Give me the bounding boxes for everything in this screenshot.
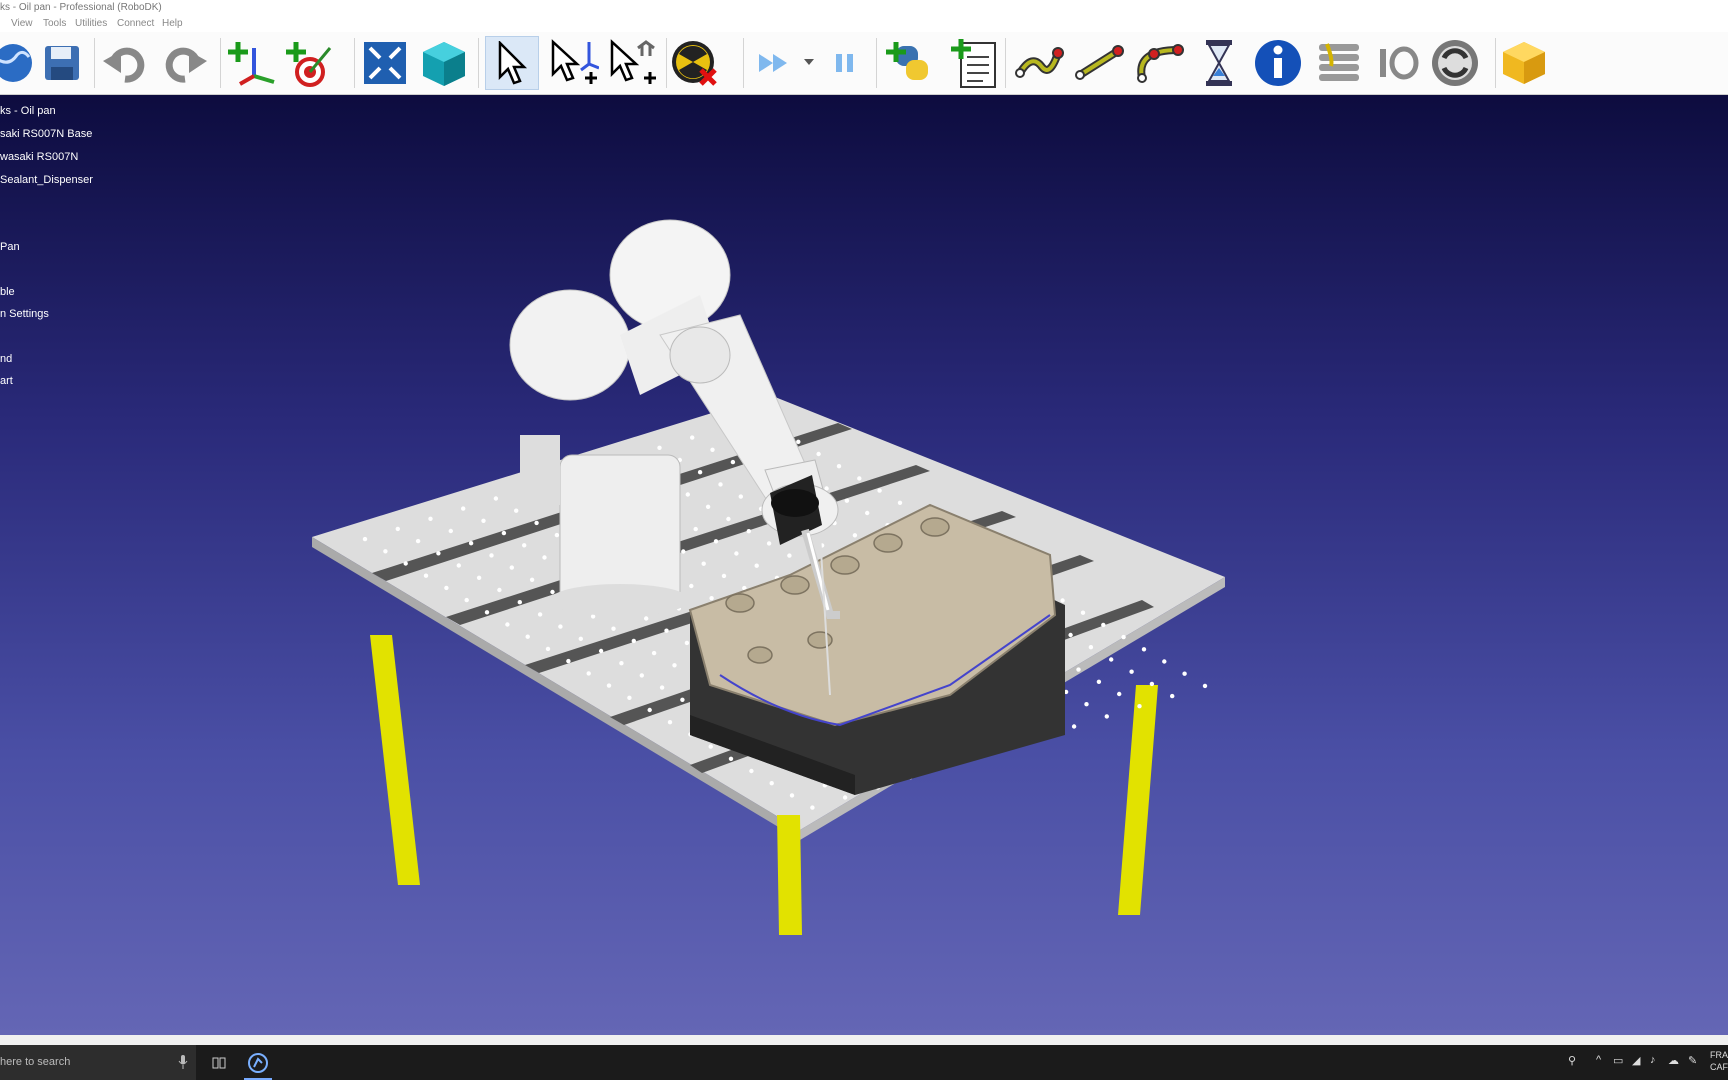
- check-collisions-button[interactable]: [670, 36, 724, 90]
- tree-item-station[interactable]: ks - Oil pan: [0, 105, 56, 117]
- robodk-app-icon: [248, 1053, 268, 1073]
- network-icon[interactable]: ◢: [1632, 1054, 1640, 1067]
- save-button[interactable]: [35, 36, 89, 90]
- pause-button[interactable]: [818, 36, 872, 90]
- add-program-button[interactable]: [949, 36, 1003, 90]
- tree-item-tool[interactable]: Sealant_Dispenser: [0, 174, 93, 186]
- tree-item-robot-base[interactable]: saki RS007N Base: [0, 128, 92, 140]
- add-target-button[interactable]: [284, 36, 338, 90]
- taskbar-search-box[interactable]: here to search: [0, 1045, 196, 1080]
- refresh-button[interactable]: [1428, 36, 1482, 90]
- info-icon: [1253, 38, 1303, 88]
- linear-move-icon: [1072, 43, 1126, 83]
- add-frame-icon: [228, 38, 278, 88]
- pause-instruction-button[interactable]: [1192, 36, 1246, 90]
- redo-button[interactable]: [158, 36, 212, 90]
- io-instruction-button[interactable]: [1370, 36, 1424, 90]
- instruction-list-icon: [1313, 40, 1363, 86]
- cloud-icon[interactable]: ☁: [1668, 1054, 1679, 1067]
- undo-icon: [101, 39, 149, 87]
- set-instructions-button[interactable]: [1311, 36, 1365, 90]
- tree-item-art[interactable]: art: [0, 375, 13, 387]
- menu-view[interactable]: View: [11, 18, 33, 29]
- tree-item-settings[interactable]: n Settings: [0, 308, 49, 320]
- cursor-icon: [492, 41, 532, 85]
- move-circular-button[interactable]: [1132, 36, 1186, 90]
- tree-item-robot[interactable]: wasaki RS007N: [0, 151, 78, 163]
- fit-all-icon: [362, 40, 408, 86]
- move-reference-button[interactable]: [547, 36, 601, 90]
- globe-icon: [0, 41, 35, 85]
- table-leg-front: [777, 815, 802, 935]
- people-icon[interactable]: ⚲: [1568, 1054, 1576, 1067]
- menu-utilities[interactable]: Utilities: [75, 18, 107, 29]
- microphone-icon[interactable]: [178, 1055, 188, 1069]
- view-iso-button[interactable]: [417, 36, 471, 90]
- tree-item-nd[interactable]: nd: [0, 353, 12, 365]
- move-frame-cursor-icon: [549, 38, 599, 88]
- battery-icon[interactable]: ▭: [1613, 1054, 1623, 1067]
- open-station-button[interactable]: [0, 36, 40, 90]
- package-icon: [1499, 38, 1549, 88]
- menu-tools[interactable]: Tools: [43, 18, 66, 29]
- volume-icon[interactable]: ♪: [1650, 1054, 1656, 1066]
- tree-item-pan[interactable]: Pan: [0, 241, 20, 253]
- search-placeholder: here to search: [0, 1056, 70, 1068]
- refresh-icon: [1430, 38, 1480, 88]
- fast-forward-icon: [755, 48, 795, 78]
- radiation-icon: [671, 38, 723, 88]
- add-program-icon: [951, 37, 1001, 89]
- title-bar: ks - Oil pan - Professional (RoboDK): [0, 0, 1728, 15]
- add-python-program-button[interactable]: [884, 36, 938, 90]
- circular-move-icon: [1132, 42, 1186, 84]
- cube-icon: [421, 40, 467, 86]
- move-tool-button[interactable]: [606, 36, 660, 90]
- taskbar-clock[interactable]: FRA CAF: [1710, 1049, 1728, 1073]
- program-info-button[interactable]: [1251, 36, 1305, 90]
- toolbar: [0, 32, 1728, 95]
- pen-icon[interactable]: ✎: [1688, 1054, 1697, 1067]
- chevron-up-icon[interactable]: ^: [1596, 1054, 1601, 1066]
- chevron-down-icon: [804, 59, 816, 67]
- windows-taskbar: here to search ⚲ ^ ▭ ◢ ♪ ☁ ✎ FRA CAF: [0, 1045, 1728, 1080]
- move-tool-cursor-icon: [608, 38, 658, 88]
- table-leg-back-left: [370, 635, 420, 885]
- joint-move-icon: [1012, 43, 1066, 83]
- io-icon: [1374, 43, 1420, 83]
- move-joint-button[interactable]: [1012, 36, 1066, 90]
- select-button[interactable]: [485, 36, 539, 90]
- run-fast-button[interactable]: [748, 36, 802, 90]
- table-leg-back-right: [1118, 685, 1158, 915]
- redo-icon: [161, 39, 209, 87]
- menu-bar: View Tools Utilities Connect Help: [0, 15, 1728, 32]
- add-reference-frame-button[interactable]: [226, 36, 280, 90]
- 3d-viewport[interactable]: ks - Oil pan saki RS007N Base wasaki RS0…: [0, 95, 1728, 1035]
- target-icon: [286, 38, 336, 88]
- status-bar: [0, 1035, 1728, 1045]
- clock-line-2: CAF: [1710, 1061, 1728, 1073]
- hourglass-icon: [1204, 38, 1234, 88]
- pause-icon: [833, 51, 857, 75]
- tree-item-table[interactable]: ble: [0, 286, 15, 298]
- fit-all-button[interactable]: [358, 36, 412, 90]
- move-linear-button[interactable]: [1072, 36, 1126, 90]
- python-icon: [886, 38, 936, 88]
- window-title: ks - Oil pan - Professional (RoboDK): [0, 0, 162, 15]
- clock-line-1: FRA: [1710, 1049, 1728, 1061]
- taskbar-robodk-app[interactable]: [244, 1045, 272, 1080]
- task-view-icon[interactable]: [212, 1056, 226, 1070]
- menu-connect[interactable]: Connect: [117, 18, 154, 29]
- menu-help[interactable]: Help: [162, 18, 183, 29]
- package-button[interactable]: [1497, 36, 1551, 90]
- robot-cell-scene[interactable]: [0, 95, 1728, 1035]
- floppy-disk-icon: [40, 41, 84, 85]
- undo-button[interactable]: [98, 36, 152, 90]
